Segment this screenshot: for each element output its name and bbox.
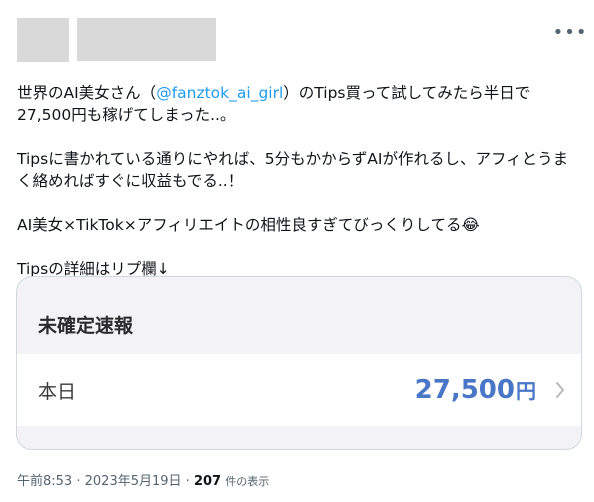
user-name-placeholder[interactable]	[77, 18, 216, 61]
earnings-row-label: 本日	[38, 380, 77, 403]
tweet-line1-a: 世界のAI美女さん（	[17, 84, 157, 102]
tweet-paragraph-1: 世界のAI美女さん（@fanztok_ai_girl）のTips買って試してみた…	[17, 82, 577, 126]
avatar[interactable]	[17, 18, 69, 62]
tweet-meta: 午前8:53 · 2023年5月19日 · 207 件の表示	[17, 470, 269, 489]
meta-separator: ·	[185, 474, 190, 489]
view-count[interactable]: 207	[194, 474, 221, 489]
more-horizontal-icon: •••	[552, 21, 588, 43]
meta-separator: ·	[76, 474, 81, 489]
earnings-row[interactable]: 本日 27,500 円	[17, 354, 581, 426]
tweet-text: 世界のAI美女さん（@fanztok_ai_girl）のTips買って試してみた…	[17, 82, 577, 280]
tweet-date[interactable]: 2023年5月19日	[85, 474, 182, 489]
tweet-line1-b: ）のTips買って試してみたら半日で	[283, 84, 531, 102]
view-count-label: 件の表示	[225, 475, 270, 488]
earnings-value: 27,500 円	[415, 375, 536, 405]
mention-link[interactable]: @fanztok_ai_girl	[156, 84, 283, 102]
tweet-paragraph-3: AI美女×TikTok×アフィリエイトの相性良すぎてびっくりしてる😂	[17, 214, 577, 236]
earnings-unit: 円	[516, 379, 536, 403]
laughing-emoji-icon: 😂	[461, 216, 480, 234]
tweet-time[interactable]: 午前8:53	[17, 474, 72, 489]
more-options-button[interactable]: •••	[553, 20, 587, 44]
earnings-amount: 27,500	[414, 375, 515, 405]
chevron-right-icon	[550, 380, 570, 400]
tweet-paragraph-2: Tipsに書かれている通りにやれば、5分もかからずAIが作れるし、アフィとうまく…	[17, 150, 569, 190]
card-header: 未確定速報	[38, 315, 134, 337]
tweet-line1-c: 27,500円も稼げてしまった..。	[17, 106, 236, 124]
tweet-para3-text: AI美女×TikTok×アフィリエイトの相性良すぎてびっくりしてる	[17, 216, 462, 234]
attached-image-card[interactable]: 未確定速報 本日 27,500 円	[16, 276, 582, 450]
